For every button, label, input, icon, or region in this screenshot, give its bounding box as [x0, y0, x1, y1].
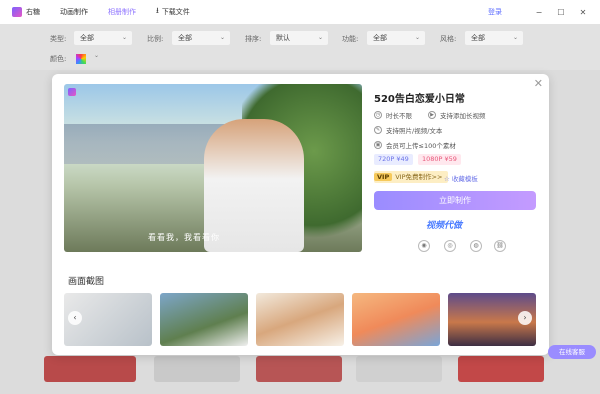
- modal-close-icon[interactable]: ✕: [534, 77, 543, 90]
- clock-icon: ◷: [374, 111, 382, 119]
- image-icon: ▣: [374, 141, 382, 149]
- ratio-select[interactable]: 全部 ⌄: [172, 31, 230, 45]
- color-swatch[interactable]: [76, 54, 86, 64]
- sort-label: 排序:: [245, 35, 262, 43]
- feature-media: ✎ 支持照片/视频/文本: [374, 126, 443, 135]
- template-title: 520告白恋爱小日常: [374, 94, 465, 105]
- app-logo[interactable]: 右糖: [12, 7, 40, 17]
- screenshot-thumb[interactable]: [256, 293, 344, 346]
- make-now-button[interactable]: 立即制作: [374, 191, 536, 210]
- download-icon: ⭳: [156, 6, 159, 15]
- nav-animation[interactable]: 动画制作: [60, 7, 88, 17]
- chevron-right-icon[interactable]: ›: [518, 311, 532, 325]
- style-label: 风格:: [440, 35, 457, 43]
- video-icon: ▶: [428, 111, 436, 119]
- template-card[interactable]: [154, 356, 240, 382]
- watermark-logo-icon: [68, 88, 76, 96]
- online-service-button[interactable]: 在线客服: [548, 345, 596, 359]
- func-label: 功能:: [342, 35, 359, 43]
- login-button[interactable]: 登录: [488, 7, 502, 17]
- feature-long-video: ▶ 支持添加长视频: [428, 110, 486, 120]
- vip-badge: VIP: [374, 173, 393, 181]
- minimize-icon[interactable]: −: [534, 8, 544, 17]
- douyin-share-icon[interactable]: ◉: [418, 240, 430, 252]
- type-label: 类型:: [50, 35, 67, 43]
- chevron-down-icon: ⌄: [414, 34, 420, 41]
- sort-select[interactable]: 默认 ⌄: [270, 31, 328, 45]
- close-icon[interactable]: ✕: [578, 8, 588, 17]
- price-720p[interactable]: 720P ¥49: [374, 154, 413, 165]
- qq-share-icon[interactable]: ◍: [470, 240, 482, 252]
- app-window: 右糖 动画制作 相册制作 ⭳ 下载文件 登录 − ☐ ✕ 类型: 全部 ⌄ 比例: …: [0, 0, 600, 394]
- func-select[interactable]: 全部 ⌄: [367, 31, 425, 45]
- logo-icon: [12, 7, 22, 17]
- link-share-icon[interactable]: ⛓: [494, 240, 506, 252]
- chevron-down-icon: ⌄: [512, 34, 518, 41]
- video-service-banner[interactable]: 视频代做: [426, 218, 462, 231]
- type-select[interactable]: 全部 ⌄: [74, 31, 132, 45]
- app-name: 右糖: [26, 8, 40, 16]
- feature-upload-limit: ▣ 会员可上传≤100个素材: [374, 141, 456, 150]
- nav-album[interactable]: 相册制作: [108, 7, 136, 17]
- color-label: 颜色:: [50, 55, 67, 63]
- edit-icon: ✎: [374, 126, 382, 134]
- weibo-share-icon[interactable]: ◎: [444, 240, 456, 252]
- top-bar: 右糖 动画制作 相册制作 ⭳ 下载文件 登录 − ☐ ✕: [0, 0, 600, 24]
- filter-bar: 类型: 全部 ⌄ 比例: 全部 ⌄ 排序: 默认 ⌄ 功能: 全部 ⌄ 风格: 全部 ⌄ …: [0, 24, 600, 70]
- template-preview-image[interactable]: 看看我，我看看你: [64, 84, 362, 252]
- maximize-icon[interactable]: ☐: [556, 8, 566, 17]
- template-card[interactable]: [256, 356, 342, 382]
- chevron-down-icon[interactable]: ⌄: [94, 52, 99, 59]
- chevron-down-icon: ⌄: [121, 34, 127, 41]
- chevron-down-icon: ⌄: [219, 34, 225, 41]
- screenshots-title: 画面截图: [68, 277, 105, 287]
- chevron-down-icon: ⌄: [317, 34, 323, 41]
- screenshot-thumb[interactable]: [160, 293, 248, 346]
- feature-duration: ◷ 时长不限: [374, 111, 412, 120]
- style-select[interactable]: 全部 ⌄: [465, 31, 523, 45]
- favorite-button[interactable]: ☆ 收藏模板: [444, 173, 478, 183]
- vip-free-link[interactable]: VIP VIP免费制作>>: [374, 171, 448, 183]
- template-card[interactable]: [44, 356, 136, 382]
- template-card[interactable]: [356, 356, 442, 382]
- template-detail-modal: ✕ 看看我，我看看你 520告白恋爱小日常 ◷ 时长不限 ▶ 支持添加长视频 ✎ 支持…: [52, 74, 549, 355]
- screenshot-thumb[interactable]: [352, 293, 440, 346]
- price-1080p[interactable]: 1080P ¥59: [418, 154, 461, 165]
- preview-caption: 看看我，我看看你: [148, 233, 220, 242]
- chevron-left-icon[interactable]: ‹: [68, 311, 82, 325]
- ratio-label: 比例:: [147, 35, 164, 43]
- nav-download[interactable]: ⭳ 下载文件: [156, 5, 190, 19]
- screenshot-strip: ‹ ›: [64, 293, 536, 346]
- template-card[interactable]: [458, 356, 544, 382]
